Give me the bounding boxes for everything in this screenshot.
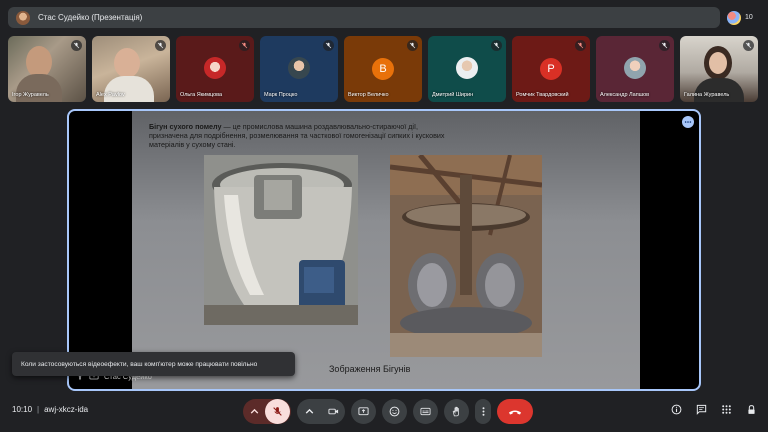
slide-text: Бігун сухого помелу — це промислова маши…	[149, 122, 449, 149]
presentation-slide: Бігун сухого помелу — це промислова маши…	[132, 111, 640, 389]
participant-tile[interactable]: Дмитрий Ширин	[428, 36, 506, 102]
present-screen-button[interactable]	[351, 399, 376, 424]
participant-tile[interactable]: Марк Процко	[260, 36, 338, 102]
apps-icon	[722, 405, 731, 414]
more-options-button[interactable]	[475, 399, 491, 424]
mic-off-icon	[273, 407, 282, 416]
hangup-icon	[509, 410, 521, 414]
participant-name: Alex Pavlov	[96, 92, 125, 98]
participant-video-face	[709, 52, 727, 74]
participant-tile[interactable]: В Виктор Величко	[344, 36, 422, 102]
meeting-details-button[interactable]	[670, 403, 683, 416]
present-screen-icon	[358, 407, 369, 416]
meeting-info-separator: |	[37, 405, 40, 414]
more-vert-icon	[482, 407, 484, 416]
meet-window: Стас Судейко (Презентація) 10 Ігор Журав…	[0, 0, 768, 432]
emoji-icon	[389, 406, 400, 417]
activities-button[interactable]	[720, 403, 733, 416]
chat-button[interactable]	[695, 403, 708, 416]
participant-tile[interactable]: Ігор Журавель	[8, 36, 86, 102]
participant-tile[interactable]: Alex Pavlov	[92, 36, 170, 102]
chat-icon	[696, 404, 707, 415]
call-controls	[243, 399, 533, 424]
toast-message: Коли застосовуються відеоефекти, ваш ком…	[21, 360, 258, 368]
chevron-up-icon[interactable]	[297, 399, 321, 424]
slide-term: Бігун сухого помелу	[149, 122, 222, 131]
meeting-title: Стас Судейко (Презентація)	[38, 13, 143, 22]
camera-button[interactable]	[321, 399, 345, 424]
meeting-code: awj-xkcz-ida	[44, 405, 89, 414]
presenter-avatar	[16, 10, 30, 25]
participant-avatar	[624, 57, 646, 79]
participant-tile[interactable]: Александр Лапшов	[596, 36, 674, 102]
mic-off-icon	[659, 40, 670, 51]
participant-name: Ольга Якимцова	[180, 92, 223, 98]
participant-name: Дмитрий Ширин	[432, 92, 474, 98]
side-panel-buttons	[670, 403, 758, 416]
captions-button[interactable]	[413, 399, 438, 424]
host-controls-button[interactable]	[745, 403, 758, 416]
emoji-button[interactable]	[382, 399, 407, 424]
participant-avatar	[204, 57, 226, 79]
meeting-info: 10:10 | awj-xkcz-ida	[12, 405, 88, 414]
mic-off-icon	[743, 40, 754, 51]
participant-video-body	[104, 76, 154, 102]
participant-avatar: В	[372, 58, 394, 80]
captions-icon	[420, 407, 431, 416]
participant-count: 10	[745, 14, 753, 21]
participant-name: Ігор Журавель	[12, 92, 49, 98]
participant-name: Виктор Величко	[348, 92, 389, 98]
mic-off-icon	[491, 40, 502, 51]
video-effects-toast: Коли застосовуються відеоефекти, ваш ком…	[12, 352, 295, 376]
participant-name: Ромчик Твардовский	[516, 92, 569, 98]
camera-control-group	[297, 399, 345, 424]
mic-off-icon	[239, 40, 250, 51]
participant-tile[interactable]: Ольга Якимцова	[176, 36, 254, 102]
slide-caption: Зображення Бігунів	[329, 364, 411, 374]
mic-off-icon	[575, 40, 586, 51]
participant-video-body	[694, 78, 744, 102]
lock-icon	[748, 405, 755, 414]
meeting-time: 10:10	[12, 405, 33, 414]
raise-hand-icon	[452, 406, 459, 417]
participant-tile[interactable]: Р Ромчик Твардовский	[512, 36, 590, 102]
mic-control-group	[243, 399, 291, 424]
info-icon	[671, 404, 682, 415]
participant-tile[interactable]: Галина Журавель	[680, 36, 758, 102]
participant-avatar	[456, 57, 478, 79]
presentation-stage[interactable]: Бігун сухого помелу — це промислова маши…	[67, 109, 701, 391]
participant-video	[114, 48, 140, 78]
meeting-title-bar: Стас Судейко (Презентація)	[8, 7, 720, 28]
participant-name: Марк Процко	[264, 92, 298, 98]
camera-icon	[327, 408, 338, 415]
chevron-up-icon[interactable]	[244, 399, 265, 424]
more-options-icon[interactable]	[682, 116, 694, 128]
leave-call-button[interactable]	[497, 399, 533, 424]
participant-avatar	[288, 57, 310, 79]
edge-runner-mill-image	[390, 155, 542, 357]
participants-button[interactable]: 10	[727, 8, 761, 27]
mic-off-icon	[323, 40, 334, 51]
participants-avatars-icon	[727, 10, 741, 25]
raise-hand-button[interactable]	[444, 399, 469, 424]
participant-strip: Ігор Журавель Alex Pavlov Ольга Якимцова…	[8, 36, 760, 102]
participant-name: Александр Лапшов	[600, 92, 650, 98]
mic-off-icon	[407, 40, 418, 51]
participant-name: Галина Журавель	[684, 92, 730, 98]
participant-avatar: Р	[540, 58, 562, 80]
mic-off-icon	[155, 40, 166, 51]
mixer-machine-image	[204, 155, 358, 325]
mic-off-icon	[71, 40, 82, 51]
mic-off-button[interactable]	[265, 399, 290, 424]
